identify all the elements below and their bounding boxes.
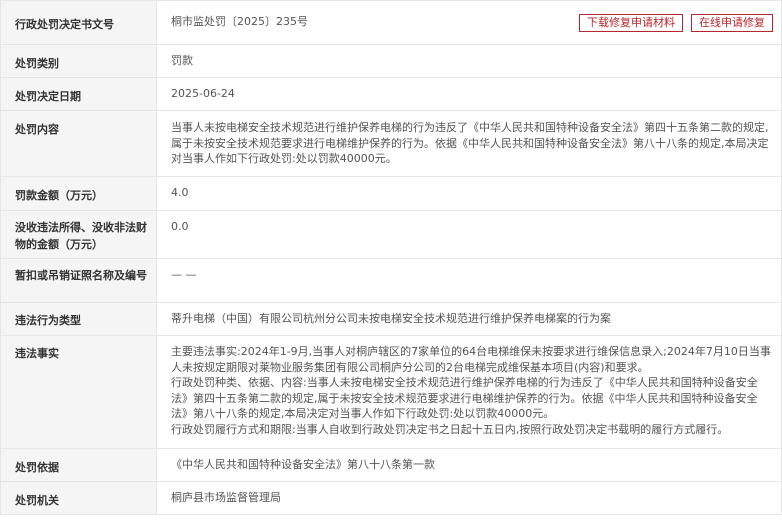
- row-fine: 罚款金额（万元） 4.0: [0, 176, 782, 211]
- authority-label: 处罚机关: [0, 481, 157, 515]
- facts-paragraph: 行政处罚履行方式和期限:当事人自收到行政处罚决定书之日起十五日内,按照行政处罚决…: [171, 422, 729, 436]
- basis-value: 《中华人民共和国特种设备安全法》第八十八条第一款: [156, 448, 782, 482]
- category-value: 罚款: [156, 44, 782, 78]
- doc-number-label: 行政处罚决定书文号: [0, 0, 157, 45]
- doc-number-value: 桐市监处罚〔2025〕235号: [171, 15, 308, 28]
- basis-label: 处罚依据: [0, 448, 157, 482]
- fine-value: 4.0: [156, 176, 782, 211]
- authority-value: 桐庐县市场监督管理局: [156, 481, 782, 515]
- row-violation-type: 违法行为类型 蒂升电梯（中国）有限公司杭州分公司未按电梯安全技术规范进行维护保养…: [0, 302, 782, 336]
- row-license: 暂扣或吊销证照名称及编号 — —: [0, 258, 782, 303]
- download-materials-button[interactable]: 下载修复申请材料: [579, 14, 683, 32]
- doc-number-cell: 在线申请修复 下载修复申请材料 桐市监处罚〔2025〕235号: [156, 0, 782, 45]
- facts-cell: 主要违法事实:2024年1-9月,当事人对桐庐辖区的7家单位的64台电梯维保未按…: [156, 335, 782, 449]
- penalty-detail-table: 行政处罚决定书文号 在线申请修复 下载修复申请材料 桐市监处罚〔2025〕235…: [0, 0, 782, 515]
- confiscation-label: 没收违法所得、没收非法财物的金额（万元）: [0, 210, 157, 259]
- facts-label: 违法事实: [0, 335, 157, 449]
- fine-label: 罚款金额（万元）: [0, 176, 157, 211]
- facts-paragraph: 行政处罚种类、依据、内容:当事人未按电梯安全技术规范进行维护保养电梯的行为违反了…: [171, 376, 758, 420]
- facts-paragraph: 主要违法事实:2024年1-9月,当事人对桐庐辖区的7家单位的64台电梯维保未按…: [171, 345, 771, 374]
- date-value: 2025-06-24: [156, 77, 782, 111]
- row-facts: 违法事实 主要违法事实:2024年1-9月,当事人对桐庐辖区的7家单位的64台电…: [0, 335, 782, 449]
- content-label: 处罚内容: [0, 110, 157, 177]
- violation-type-value: 蒂升电梯（中国）有限公司杭州分公司未按电梯安全技术规范进行维护保养电梯案的行为案: [156, 302, 782, 336]
- row-authority: 处罚机关 桐庐县市场监督管理局: [0, 481, 782, 515]
- content-value: 当事人未按电梯安全技术规范进行维护保养电梯的行为违反了《中华人民共和国特种设备安…: [156, 110, 782, 177]
- license-label: 暂扣或吊销证照名称及编号: [0, 258, 157, 303]
- row-basis: 处罚依据 《中华人民共和国特种设备安全法》第八十八条第一款: [0, 448, 782, 482]
- license-value: — —: [156, 258, 782, 303]
- row-confiscation: 没收违法所得、没收非法财物的金额（万元） 0.0: [0, 210, 782, 259]
- violation-type-label: 违法行为类型: [0, 302, 157, 336]
- date-label: 处罚决定日期: [0, 77, 157, 111]
- row-doc-number: 行政处罚决定书文号 在线申请修复 下载修复申请材料 桐市监处罚〔2025〕235…: [0, 0, 782, 45]
- category-label: 处罚类别: [0, 44, 157, 78]
- apply-repair-button[interactable]: 在线申请修复: [691, 14, 773, 32]
- confiscation-value: 0.0: [156, 210, 782, 259]
- row-category: 处罚类别 罚款: [0, 44, 782, 78]
- row-date: 处罚决定日期 2025-06-24: [0, 77, 782, 111]
- row-content: 处罚内容 当事人未按电梯安全技术规范进行维护保养电梯的行为违反了《中华人民共和国…: [0, 110, 782, 177]
